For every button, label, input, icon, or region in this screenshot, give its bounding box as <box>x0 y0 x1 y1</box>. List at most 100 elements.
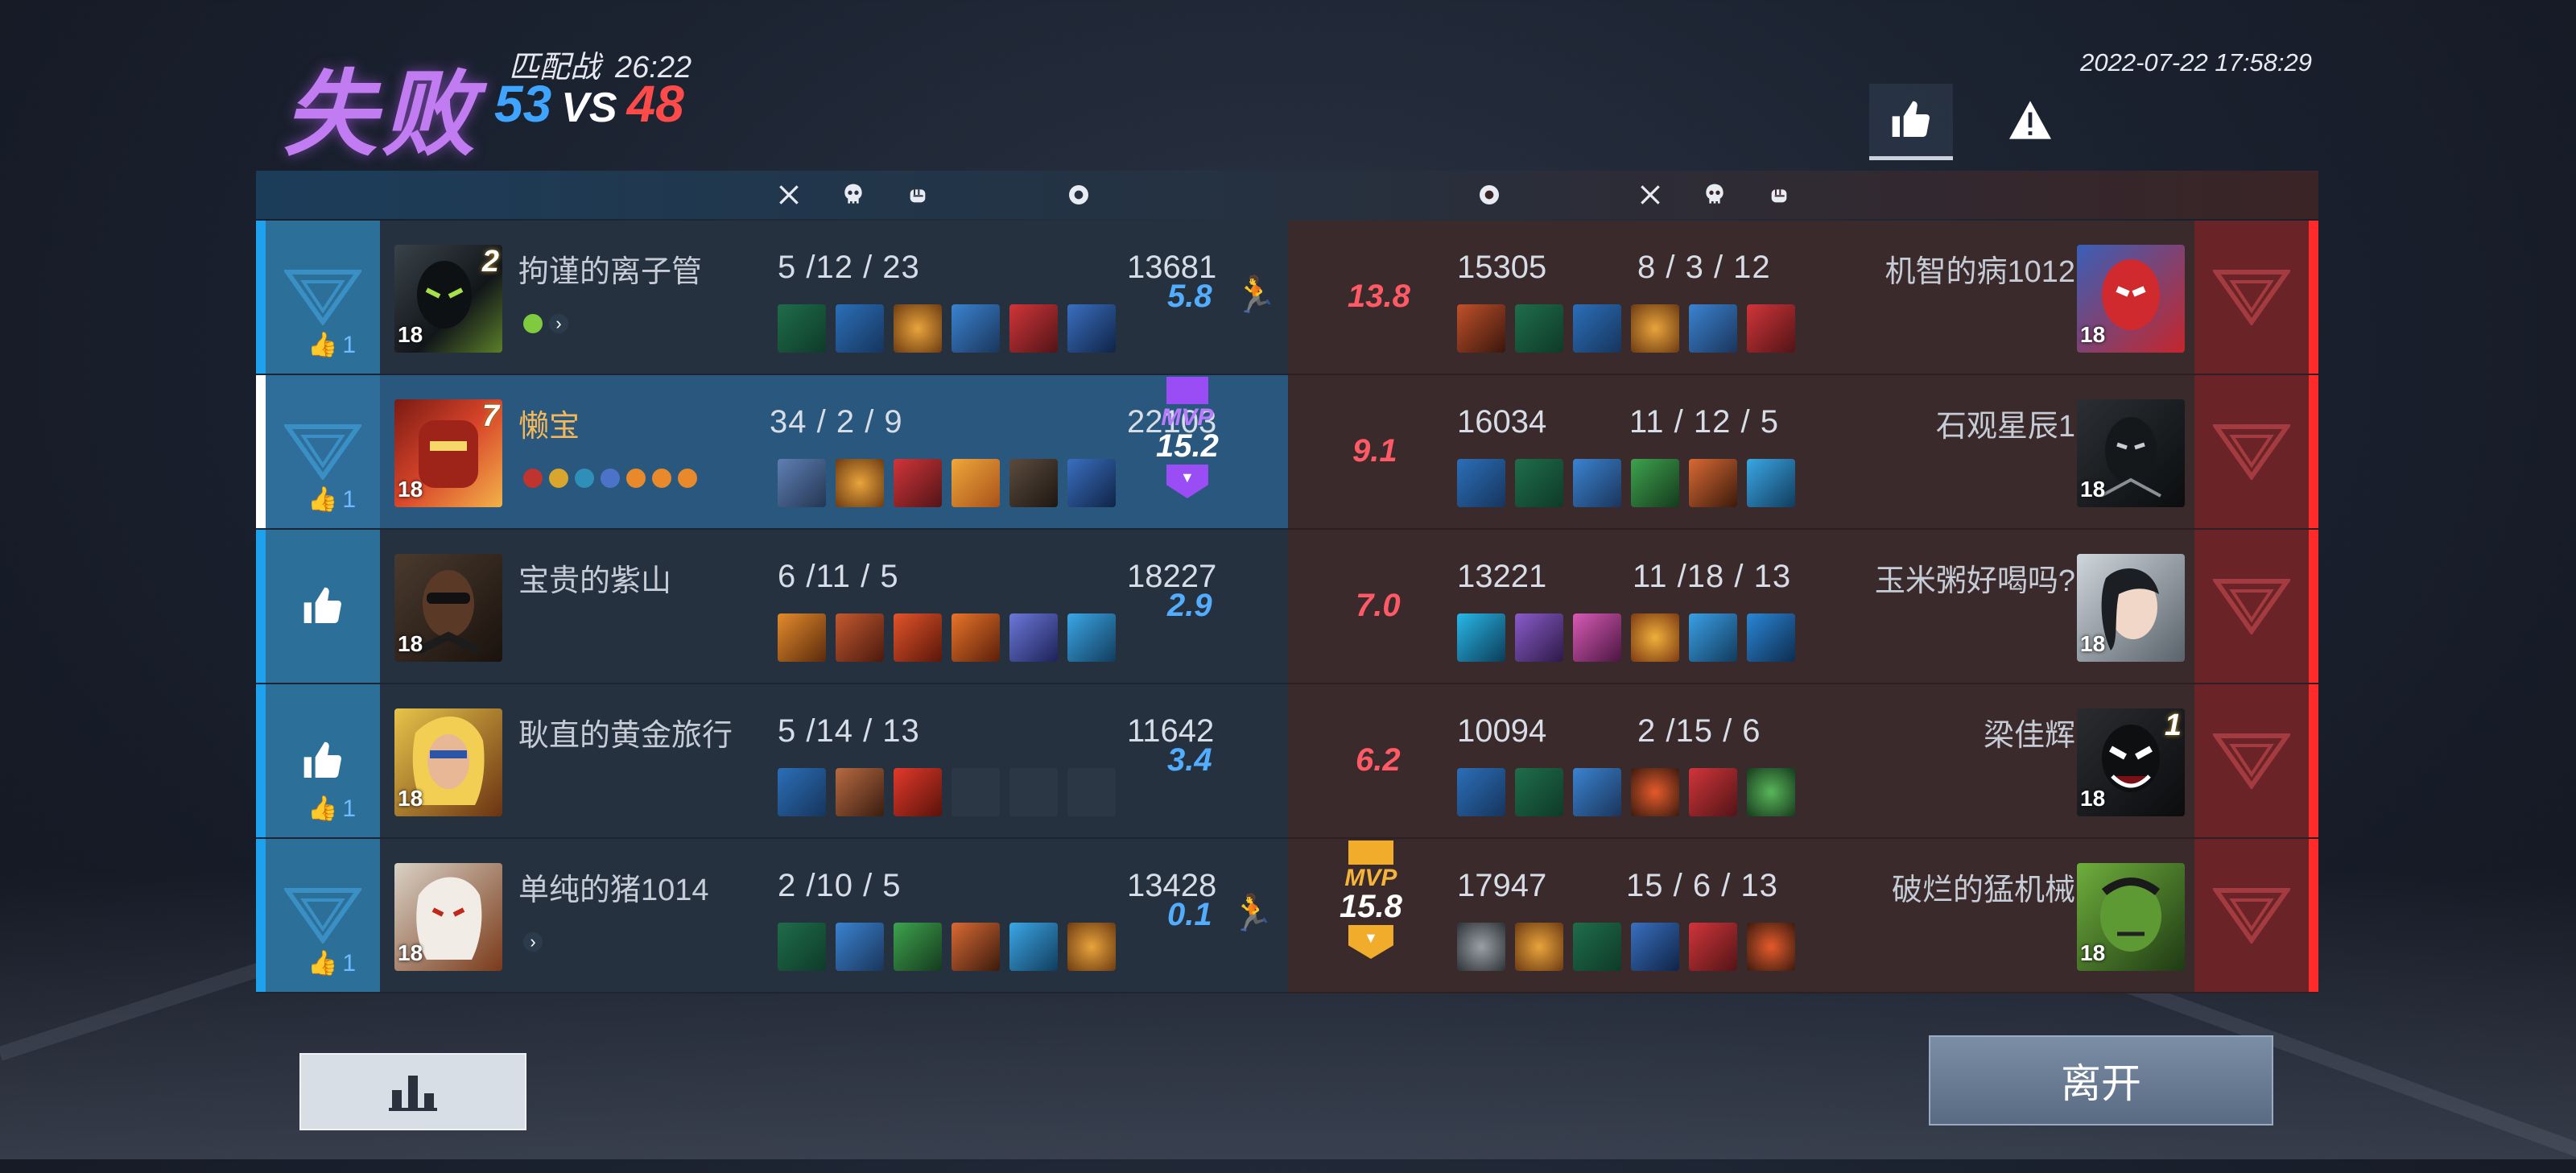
vote-button[interactable]: 👍 1 <box>266 221 380 374</box>
cloak-item-icon[interactable] <box>1009 304 1058 353</box>
hammer-item-icon[interactable] <box>778 459 826 507</box>
spear-item-icon[interactable] <box>1573 768 1621 816</box>
fire-gun-item-icon[interactable] <box>894 613 942 662</box>
boots-item-icon[interactable] <box>1515 768 1563 816</box>
shield-item-icon[interactable] <box>836 459 884 507</box>
lance-item-icon[interactable] <box>1689 459 1737 507</box>
crossbow-item-icon[interactable] <box>836 304 884 353</box>
player-name: 破烂的猛机械 <box>1891 874 2075 907</box>
blaster-item-icon[interactable] <box>778 768 826 816</box>
right-player-panel: 13.8 15305 8 / 3 / 12 机智的病1012 18 <box>1288 221 2318 375</box>
drop-buff-icon <box>601 469 620 488</box>
rating: 0.1 <box>1167 897 1212 932</box>
armor-item-icon[interactable] <box>1067 459 1116 507</box>
flame-sword-item-icon[interactable] <box>952 613 1000 662</box>
like-button[interactable] <box>266 530 380 683</box>
hero-avatar[interactable]: 18 <box>2077 399 2185 507</box>
disc-item-icon[interactable] <box>1009 613 1058 662</box>
rating: 9.1 <box>1352 433 1397 469</box>
report-tab[interactable] <box>1988 84 2072 156</box>
left-player-panel: 👍 1 2 18 拘谨的离子管 › 5 /12 / 23 13681 5.8 🏃 <box>256 221 1288 375</box>
boots-item-icon[interactable] <box>1515 304 1563 353</box>
boots-item-icon[interactable] <box>778 304 826 353</box>
boots-item-icon[interactable] <box>778 923 826 971</box>
round-shield-item-icon[interactable] <box>1747 923 1795 971</box>
buff-list <box>523 469 697 488</box>
cube-item-icon[interactable] <box>1457 613 1505 662</box>
item-list <box>1457 613 1795 662</box>
vote-button[interactable] <box>2194 530 2309 683</box>
shield-item-icon[interactable] <box>1515 923 1563 971</box>
like-button[interactable]: 👍 1 <box>266 684 380 837</box>
hero-avatar[interactable]: 18 <box>2077 554 2185 662</box>
spear-item-icon[interactable] <box>894 923 942 971</box>
cloak-item-icon[interactable] <box>1689 768 1737 816</box>
glove-item-icon[interactable] <box>1009 459 1058 507</box>
sword-item-icon[interactable] <box>894 768 942 816</box>
vote-button[interactable]: 👍 1 <box>266 839 380 992</box>
shield-item-icon[interactable] <box>1067 923 1116 971</box>
shield-item-icon[interactable] <box>894 304 942 353</box>
round-shield-item-icon[interactable] <box>1631 768 1679 816</box>
cloak-item-icon[interactable] <box>1747 304 1795 353</box>
gauntlet-item-icon[interactable] <box>1689 304 1737 353</box>
boots-item-icon[interactable] <box>836 613 884 662</box>
leave-button[interactable]: 离开 <box>1929 1035 2273 1126</box>
boots-item-icon[interactable] <box>836 768 884 816</box>
vote-button[interactable] <box>2194 684 2309 837</box>
chevron-down-icon: ▼ <box>1180 469 1195 485</box>
like-tab[interactable] <box>1869 84 1953 160</box>
chest-item-icon[interactable] <box>952 459 1000 507</box>
blade-item-icon[interactable] <box>1747 459 1795 507</box>
kda: 15 / 6 / 13 <box>1626 868 1778 903</box>
cloak-item-icon[interactable] <box>894 459 942 507</box>
crossbow-item-icon[interactable] <box>1573 304 1621 353</box>
crossbow-item-icon[interactable] <box>1457 768 1505 816</box>
hero-avatar[interactable]: 2 18 <box>394 245 502 353</box>
player-name: 宝贵的紫山 <box>518 564 672 598</box>
armor-item-icon[interactable] <box>1631 923 1679 971</box>
like-count-value: 1 <box>342 485 357 513</box>
axe-item-icon[interactable] <box>1573 613 1621 662</box>
fist-item-icon[interactable] <box>1457 923 1505 971</box>
blade-item-icon[interactable] <box>1009 923 1058 971</box>
orb-item-icon[interactable] <box>1631 613 1679 662</box>
ring-item-icon[interactable] <box>1747 768 1795 816</box>
gauntlet-item-icon[interactable] <box>836 923 884 971</box>
vote-button[interactable] <box>2194 375 2309 528</box>
gauntlet-item-icon[interactable] <box>1573 459 1621 507</box>
claw-item-icon[interactable] <box>1689 613 1737 662</box>
vote-button[interactable] <box>2194 221 2309 374</box>
hero-avatar[interactable]: 7 18 <box>394 399 502 507</box>
boots-item-icon[interactable] <box>1573 923 1621 971</box>
boots-item-icon[interactable] <box>1515 613 1563 662</box>
sword-buff-icon <box>523 469 543 488</box>
blue-team-strip <box>256 839 266 992</box>
blue-team-strip <box>256 684 266 837</box>
gun-item-icon[interactable] <box>778 613 826 662</box>
hero-avatar[interactable]: 18 <box>2077 863 2185 971</box>
shield-item-icon[interactable] <box>1631 304 1679 353</box>
empty-item-slot <box>1067 768 1116 816</box>
stats-button[interactable] <box>299 1053 526 1130</box>
hero-avatar[interactable]: 18 <box>394 708 502 816</box>
rating: 5.8 <box>1167 279 1212 314</box>
blade-item-icon[interactable] <box>1067 613 1116 662</box>
armor-item-icon[interactable] <box>1067 304 1116 353</box>
armor-item-icon[interactable] <box>1747 613 1795 662</box>
vote-button[interactable] <box>2194 839 2309 992</box>
item-list <box>778 768 1116 816</box>
rating: 2.9 <box>1167 588 1212 623</box>
rocket-item-icon[interactable] <box>1457 304 1505 353</box>
hero-avatar[interactable]: 1 18 <box>2077 708 2185 816</box>
lance-item-icon[interactable] <box>952 923 1000 971</box>
gauntlet-item-icon[interactable] <box>952 304 1000 353</box>
cloak-item-icon[interactable] <box>1689 923 1737 971</box>
blaster-item-icon[interactable] <box>1457 459 1505 507</box>
vote-button[interactable]: 👍 1 <box>266 375 380 528</box>
hero-avatar[interactable]: 18 <box>394 554 502 662</box>
spear-item-icon[interactable] <box>1631 459 1679 507</box>
boots-item-icon[interactable] <box>1515 459 1563 507</box>
hero-avatar[interactable]: 18 <box>394 863 502 971</box>
hero-avatar[interactable]: 18 <box>2077 245 2185 353</box>
